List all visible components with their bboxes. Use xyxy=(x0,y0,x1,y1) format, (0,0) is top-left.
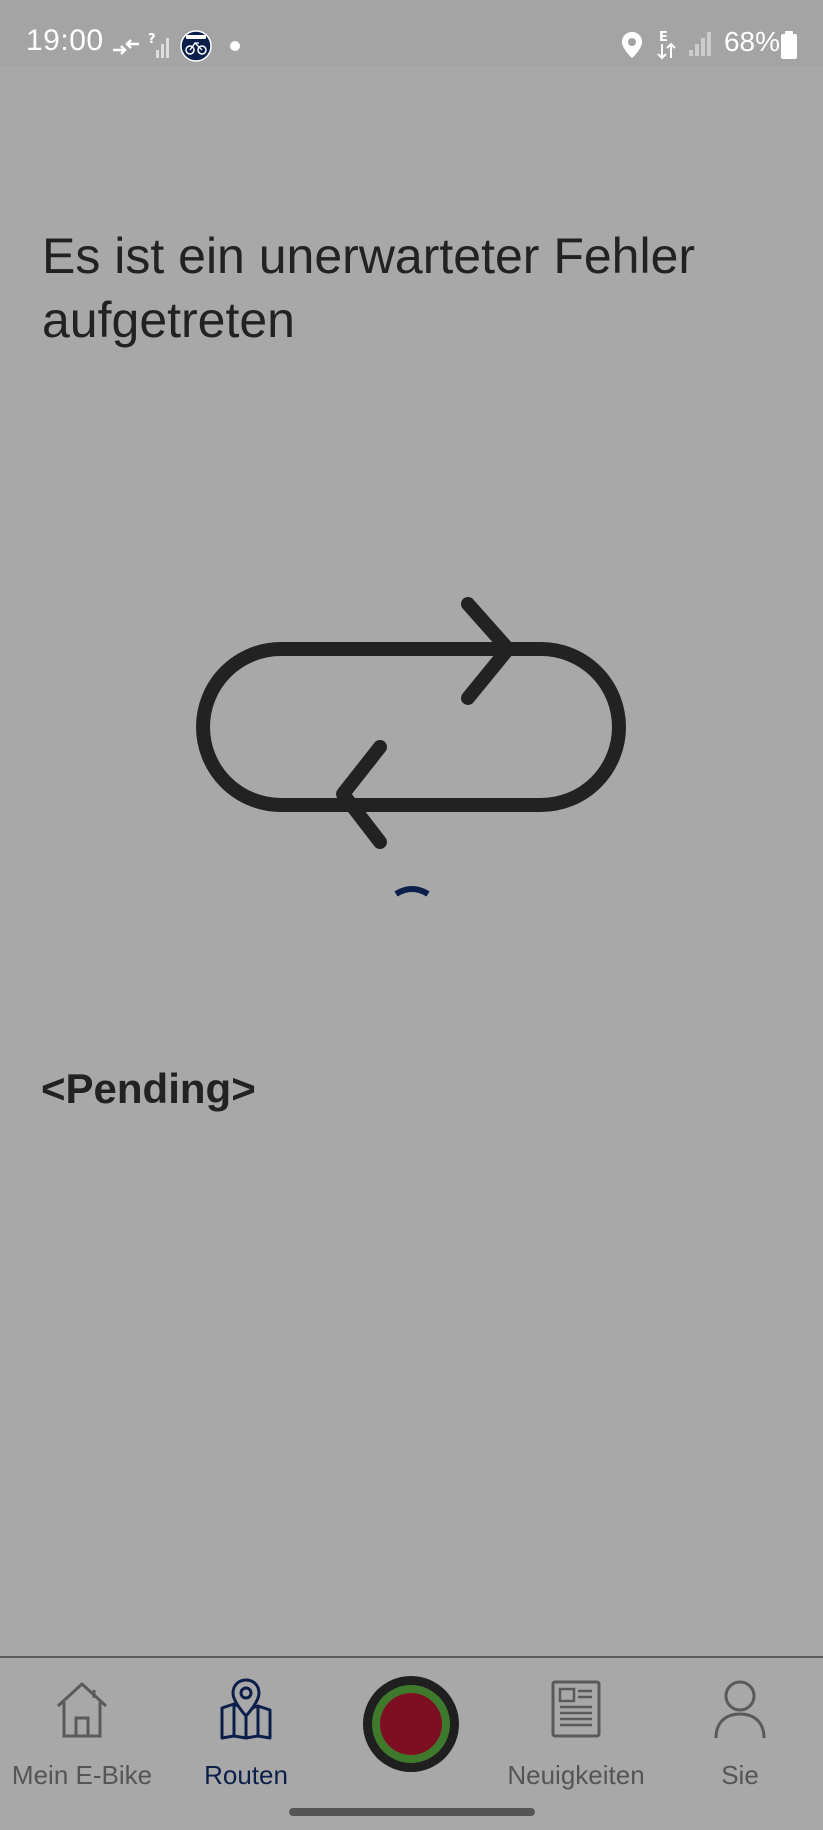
map-pin-icon xyxy=(220,1678,272,1740)
cell-signal-icon xyxy=(689,32,711,56)
battery-percentage: 68% xyxy=(723,26,780,57)
home-icon xyxy=(56,1682,108,1738)
status-time: 19:00 xyxy=(26,24,104,57)
home-indicator[interactable] xyxy=(289,1808,535,1816)
news-icon xyxy=(551,1680,601,1738)
no-sim-signal-icon: ? xyxy=(148,32,169,58)
location-icon xyxy=(622,32,642,58)
status-bar: 19:00 ? E 68% xyxy=(0,0,823,66)
person-icon xyxy=(714,1680,766,1739)
error-title: Es ist ein unerwarteter Fehler aufgetret… xyxy=(42,228,696,348)
data-transfer-icon xyxy=(113,39,139,55)
nav-item-neuigkeiten[interactable]: Neuigkeiten xyxy=(494,1658,658,1808)
nav-item-routen[interactable]: Routen xyxy=(164,1658,328,1808)
loading-spinner-icon xyxy=(394,886,430,897)
nav-label-neuigkeiten: Neuigkeiten xyxy=(507,1760,645,1790)
edge-data-icon: E xyxy=(657,30,676,60)
svg-text:E: E xyxy=(659,30,668,45)
nav-item-mein-e-bike[interactable]: Mein E-Bike xyxy=(0,1658,164,1808)
nav-label-routen: Routen xyxy=(204,1760,288,1790)
record-button[interactable] xyxy=(363,1676,459,1772)
nav-label-mein-e-bike: Mein E-Bike xyxy=(11,1760,153,1790)
nav-label-sie: Sie xyxy=(721,1760,759,1790)
notification-dot-icon xyxy=(230,41,240,51)
nav-item-sie[interactable]: Sie xyxy=(658,1658,822,1808)
sync-loop-illustration xyxy=(196,597,626,849)
pending-status-text: <Pending> xyxy=(41,1065,256,1112)
bike-app-icon xyxy=(180,30,212,62)
svg-text:?: ? xyxy=(148,32,156,47)
battery-icon xyxy=(781,31,797,59)
record-button-core xyxy=(380,1693,442,1755)
